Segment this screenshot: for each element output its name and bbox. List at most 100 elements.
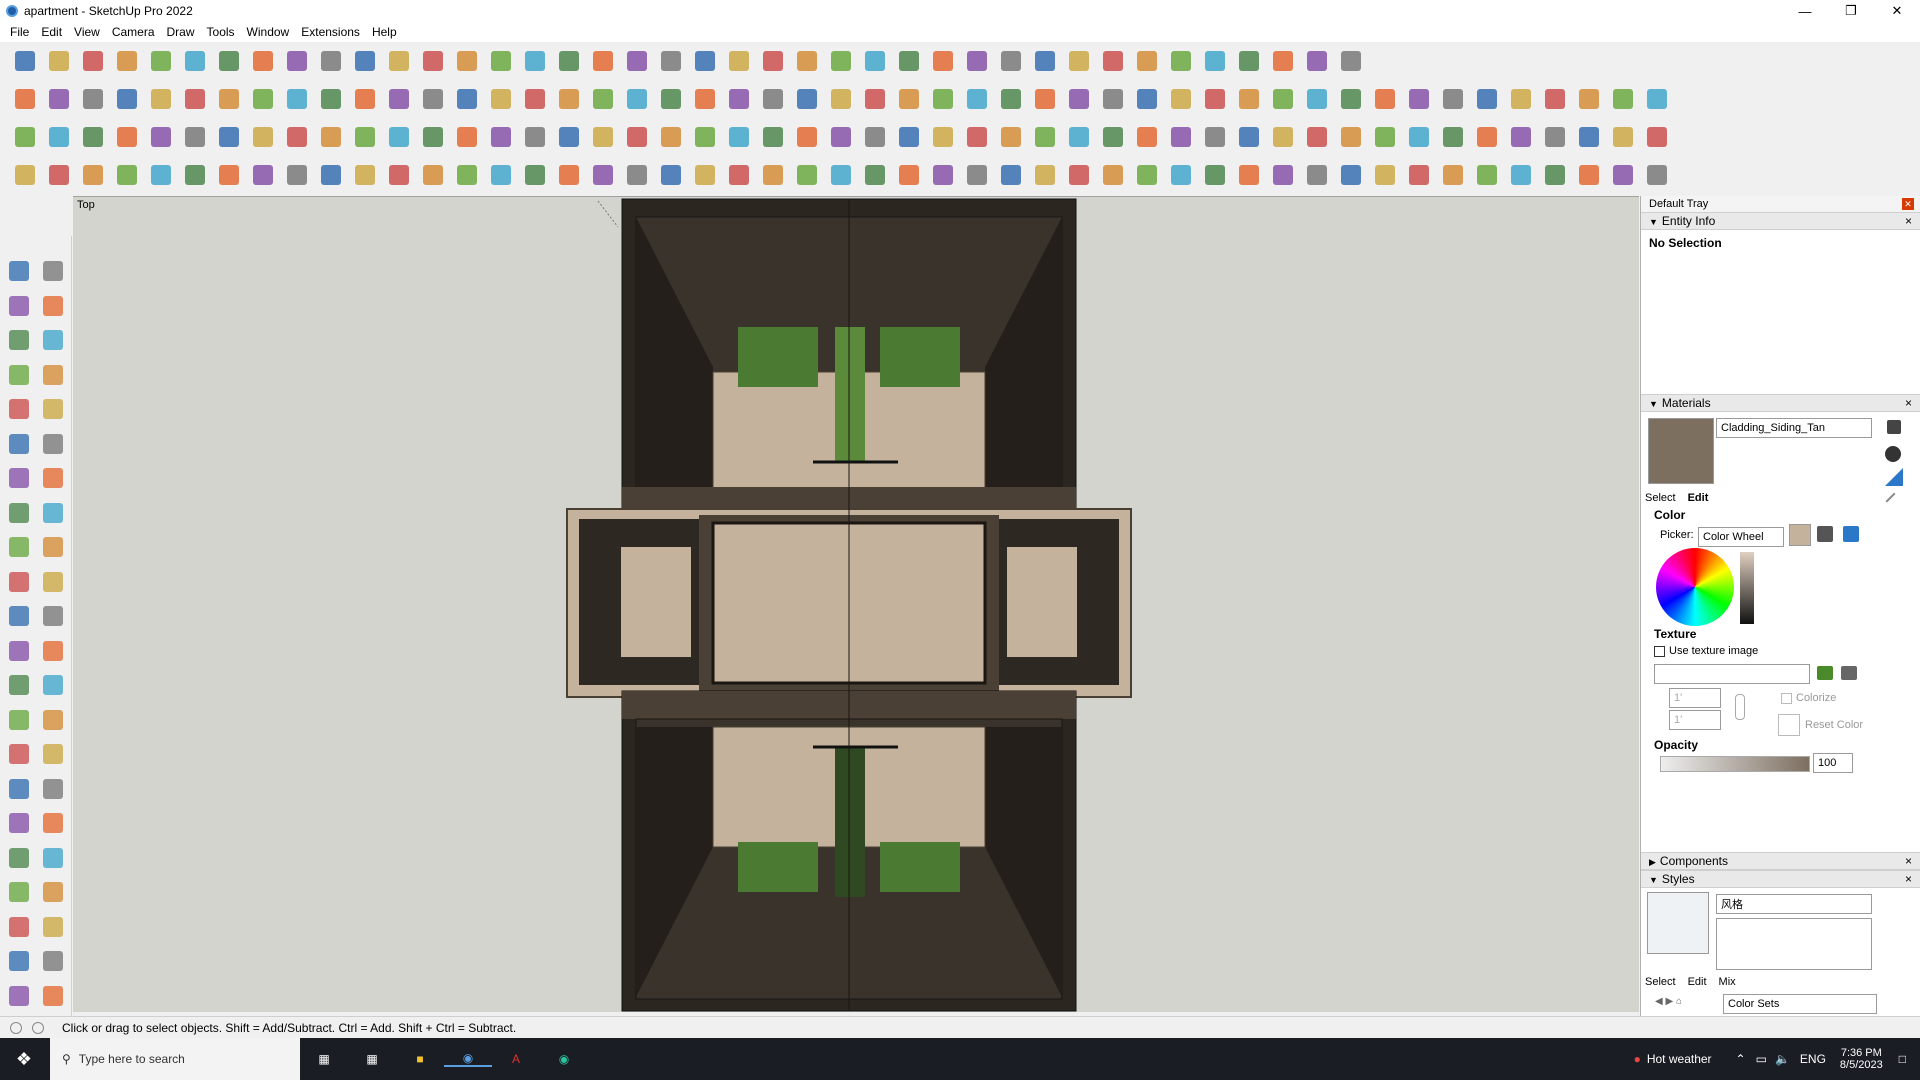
minimize-icon[interactable]: — [1782,0,1828,22]
toolbar-tool-icon[interactable] [1406,124,1432,150]
toolbar-tool-icon[interactable] [284,86,310,112]
toolbar-tool-icon[interactable] [1202,48,1228,74]
toolbar-tool-icon[interactable] [488,162,514,188]
palette-tool-icon[interactable] [6,603,32,629]
toolbar-tool-icon[interactable] [998,162,1024,188]
palette-tool-icon[interactable] [40,638,66,664]
toolbar-tool-icon[interactable] [998,86,1024,112]
palette-tool-icon[interactable] [6,776,32,802]
toolbar-tool-icon[interactable] [1304,86,1330,112]
toolbar-tool-icon[interactable] [624,124,650,150]
toolbar-tool-icon[interactable] [1576,124,1602,150]
toolbar-tool-icon[interactable] [1270,162,1296,188]
toolbar-tool-icon[interactable] [930,48,956,74]
toolbar-tool-icon[interactable] [420,48,446,74]
menu-help[interactable]: Help [366,25,403,39]
menu-tools[interactable]: Tools [201,25,241,39]
palette-tool-icon[interactable] [40,845,66,871]
palette-tool-icon[interactable] [6,258,32,284]
opacity-slider[interactable] [1660,756,1810,772]
toolbar-tool-icon[interactable] [1270,86,1296,112]
toolbar-tool-icon[interactable] [1644,86,1670,112]
match-color-screen-icon[interactable] [1843,526,1859,542]
toolbar-tool-icon[interactable] [420,162,446,188]
tab-select[interactable]: Select [1645,976,1676,988]
toolbar-tool-icon[interactable] [1338,162,1364,188]
toolbar-tool-icon[interactable] [1202,162,1228,188]
palette-tool-icon[interactable] [6,396,32,422]
toolbar-tool-icon[interactable] [182,162,208,188]
taskbar-search[interactable]: ⚲ Type here to search [50,1038,300,1080]
toolbar-tool-icon[interactable] [1610,86,1636,112]
toolbar-tool-icon[interactable] [488,48,514,74]
toolbar-tool-icon[interactable] [726,48,752,74]
toolbar-tool-icon[interactable] [250,162,276,188]
calculator-icon[interactable]: ▦ [348,1052,396,1066]
toolbar-tool-icon[interactable] [352,124,378,150]
toolbar-tool-icon[interactable] [80,48,106,74]
toolbar-tool-icon[interactable] [386,124,412,150]
toolbar-tool-icon[interactable] [1100,48,1126,74]
toolbar-tool-icon[interactable] [896,48,922,74]
close-icon[interactable]: × [1905,214,1912,228]
opacity-field[interactable] [1813,753,1853,773]
toolbar-tool-icon[interactable] [862,162,888,188]
windows-start-icon[interactable]: ❖ [0,1038,48,1080]
toolbar-tool-icon[interactable] [964,124,990,150]
toolbar-tool-icon[interactable] [1168,48,1194,74]
toolbar-tool-icon[interactable] [930,124,956,150]
toolbar-tool-icon[interactable] [726,162,752,188]
toolbar-tool-icon[interactable] [896,124,922,150]
toolbar-tool-icon[interactable] [488,86,514,112]
toolbar-tool-icon[interactable] [114,48,140,74]
tab-mix[interactable]: Mix [1719,976,1736,988]
toolbar-tool-icon[interactable] [930,162,956,188]
toolbar-tool-icon[interactable] [352,86,378,112]
toolbar-tool-icon[interactable] [182,124,208,150]
close-icon[interactable]: ✕ [1874,0,1920,22]
toolbar-tool-icon[interactable] [1508,162,1534,188]
toolbar-tool-icon[interactable] [114,124,140,150]
palette-tool-icon[interactable] [40,569,66,595]
use-texture-checkbox[interactable] [1654,645,1665,657]
toolbar-tool-icon[interactable] [726,86,752,112]
toolbar-tool-icon[interactable] [216,48,242,74]
toolbar-tool-icon[interactable] [216,162,242,188]
palette-tool-icon[interactable] [6,948,32,974]
menu-window[interactable]: Window [241,25,296,39]
edge-taskbar-icon[interactable]: ◉ [540,1052,588,1066]
sample-paint-icon[interactable] [1885,468,1903,486]
file-explorer-icon[interactable]: ■ [396,1052,444,1066]
toolbar-tool-icon[interactable] [1542,124,1568,150]
palette-tool-icon[interactable] [6,465,32,491]
aspect-lock-icon[interactable] [1735,694,1745,720]
palette-tool-icon[interactable] [6,707,32,733]
palette-tool-icon[interactable] [6,569,32,595]
menu-file[interactable]: File [4,25,35,39]
toolbar-tool-icon[interactable] [726,124,752,150]
toolbar-tool-icon[interactable] [1338,124,1364,150]
toolbar-tool-icon[interactable] [318,86,344,112]
toolbar-tool-icon[interactable] [828,48,854,74]
toolbar-tool-icon[interactable] [420,124,446,150]
toolbar-tool-icon[interactable] [1202,124,1228,150]
menu-view[interactable]: View [68,25,106,39]
toolbar-tool-icon[interactable] [1032,124,1058,150]
palette-tool-icon[interactable] [40,672,66,698]
toolbar-tool-icon[interactable] [964,86,990,112]
toolbar-tool-icon[interactable] [794,48,820,74]
toolbar-tool-icon[interactable] [1202,86,1228,112]
toolbar-tool-icon[interactable] [114,162,140,188]
palette-tool-icon[interactable] [40,465,66,491]
menu-edit[interactable]: Edit [35,25,68,39]
tab-edit[interactable]: Edit [1688,492,1709,504]
language-indicator[interactable]: ENG [1800,1052,1826,1066]
toolbar-tool-icon[interactable] [1338,86,1364,112]
style-collection-select[interactable] [1723,994,1877,1014]
toolbar-tool-icon[interactable] [284,162,310,188]
toolbar-tool-icon[interactable] [658,48,684,74]
toolbar-tool-icon[interactable] [1610,124,1636,150]
toolbar-tool-icon[interactable] [1134,86,1160,112]
palette-tool-icon[interactable] [6,879,32,905]
toolbar-tool-icon[interactable] [1134,124,1160,150]
